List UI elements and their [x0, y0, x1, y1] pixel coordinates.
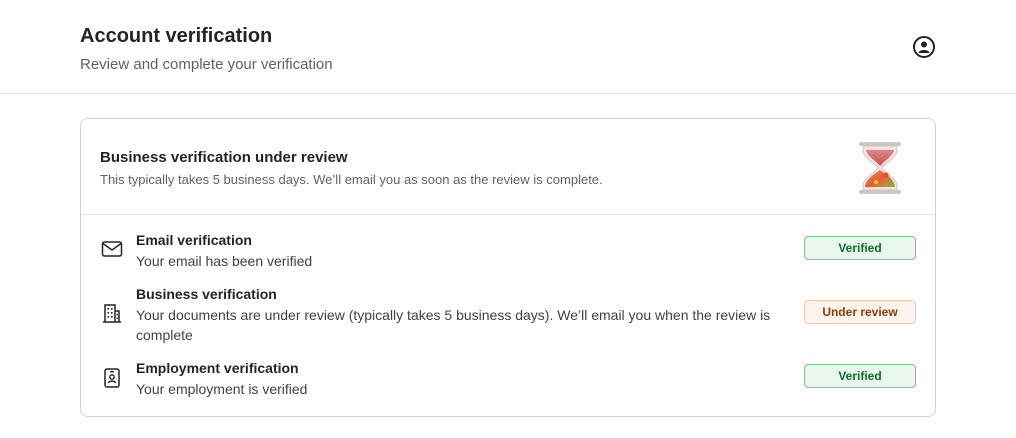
- item-title: Email verification: [136, 232, 252, 248]
- building-icon: [103, 304, 121, 323]
- item-description: Your email has been verified: [136, 253, 313, 269]
- page-title: Account verification: [80, 25, 273, 47]
- summary-title: Business verification under review: [100, 149, 348, 166]
- hourglass-icon: [859, 142, 901, 194]
- page-subtitle: Review and complete your verification: [80, 56, 333, 73]
- item-title: Employment verification: [136, 360, 299, 376]
- status-badge: Verified: [804, 364, 916, 388]
- page-header: Account verification Review and complete…: [0, 0, 1016, 94]
- review-summary: Business verification under review This …: [81, 119, 935, 215]
- profile-button[interactable]: [913, 36, 935, 58]
- id-badge-icon: [104, 368, 120, 388]
- mail-icon: [101, 241, 123, 257]
- summary-description: This typically takes 5 business days. We…: [100, 172, 603, 187]
- person-circle-icon: [918, 41, 930, 53]
- status-badge: Verified: [804, 236, 916, 260]
- status-badge: Under review: [804, 300, 916, 324]
- item-title: Business verification: [136, 286, 277, 302]
- item-description: Your documents are under review (typical…: [136, 307, 771, 343]
- verification-card: Business verification under review This …: [80, 118, 936, 417]
- item-description: Your employment is verified: [136, 381, 308, 397]
